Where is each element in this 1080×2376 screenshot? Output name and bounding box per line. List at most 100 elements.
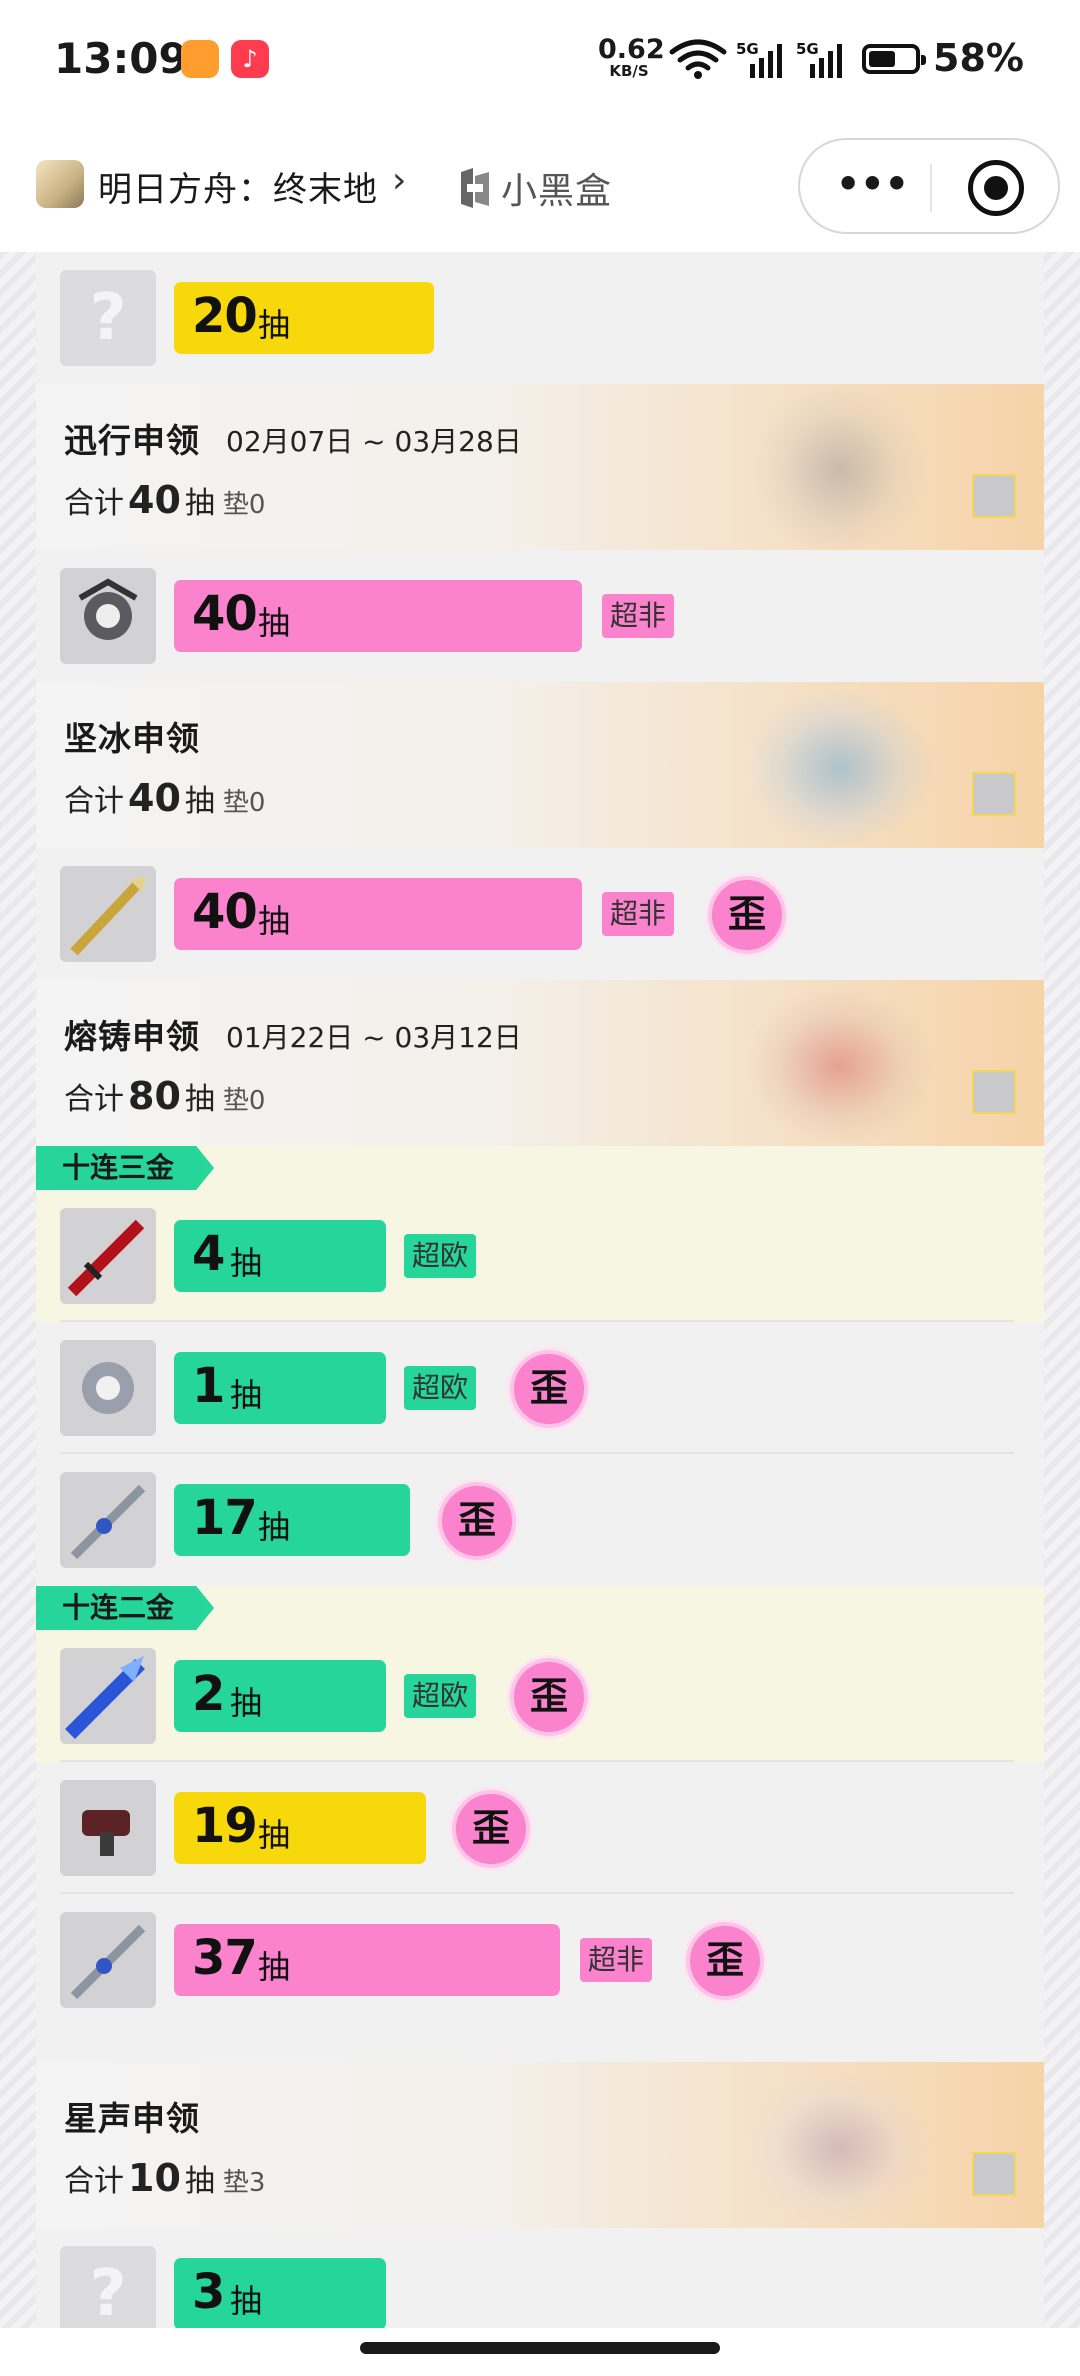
battery-fill (869, 51, 895, 67)
banner-date: 02月07日 ~ 03月28日 (226, 425, 522, 458)
pull-unit: 抽 (258, 1816, 291, 1854)
luck-badge: 超欧 (404, 1674, 477, 1718)
network-speed-unit: KB/S (609, 62, 649, 80)
pull-unit: 抽 (230, 1244, 263, 1282)
silver-emblem-icon (60, 1340, 156, 1436)
off-rate-badge: 歪 (452, 1790, 530, 1868)
banner-total: 合计 40 抽垫0 (64, 478, 266, 522)
pull-row[interactable]: 19 抽 歪 (36, 1762, 1044, 1894)
pull-row[interactable]: 4抽 超欧 (36, 1190, 1044, 1322)
pull-count-bar: 2抽 (174, 1660, 386, 1732)
mini-program-title-bar: 明日方舟：终末地 › 小黑盒 ••• (0, 118, 1080, 252)
off-rate-badge: 歪 (686, 1922, 764, 2000)
pull-count-bar: 19 抽 (174, 1792, 426, 1864)
chevron-right-icon[interactable]: › (392, 160, 406, 201)
off-rate-badge: 歪 (510, 1350, 588, 1428)
pull-count-bar: 3抽 (174, 2258, 386, 2328)
pull-count-bar: 37 抽 (174, 1924, 560, 1996)
blue-greatsword-icon (60, 1648, 156, 1744)
banner-title: 迅行申领 (64, 421, 200, 460)
brand-name: 小黑盒 (501, 171, 613, 212)
pull-count: 40 (192, 884, 258, 940)
luck-badge: 超非 (580, 1938, 653, 1982)
banner-date: 01月22日 ~ 03月12日 (226, 1021, 522, 1054)
banner-card[interactable]: 熔铸申领 01月22日 ~ 03月12日 合计 80 抽垫0 (36, 980, 1044, 1146)
banner-weapon-icon (972, 772, 1016, 816)
banner-title: 星声申领 (64, 2099, 200, 2138)
app-avatar[interactable] (36, 160, 84, 208)
banner-card[interactable]: 星声申领 合计 10 抽垫3 (36, 2062, 1044, 2228)
luck-badge: 超非 (602, 892, 675, 936)
pull-row[interactable]: 2抽 超欧 歪 (36, 1630, 1044, 1762)
pull-row[interactable]: ? 20 抽 (36, 252, 1044, 384)
pull-unit: 抽 (258, 306, 291, 344)
banner-art (744, 986, 934, 1146)
crown-gear-icon (60, 568, 156, 664)
pull-unit: 抽 (258, 902, 291, 940)
close-miniprogram-icon[interactable] (968, 160, 1024, 216)
pull-unit: 抽 (258, 604, 291, 642)
app-name[interactable]: 明日方舟：终末地 (98, 162, 378, 211)
home-indicator[interactable] (360, 2342, 720, 2354)
pull-unit: 抽 (258, 1508, 291, 1546)
group-tag: 十连三金 (36, 1146, 215, 1190)
pull-count-bar: 40 抽 (174, 878, 582, 950)
status-time: 13:09 (54, 34, 188, 83)
battery-percent: 58% (933, 36, 1024, 80)
pull-count-bar: 17 抽 (174, 1484, 410, 1556)
pull-count-bar: 20 抽 (174, 282, 434, 354)
pull-count: 2 (192, 1666, 225, 1722)
golden-lance-icon (60, 866, 156, 962)
banner-card[interactable]: 迅行申领 02月07日 ~ 03月28日 合计 40 抽垫0 (36, 384, 1044, 550)
pull-count: 20 (192, 288, 258, 344)
notification-app-icon (181, 40, 219, 78)
music-app-icon: ♪ (231, 40, 269, 78)
unknown-weapon-icon: ? (60, 270, 156, 366)
gacha-record-list: ? 20 抽 迅行申领 02月07日 ~ 03月28日 合计 40 抽垫0 40 抽 超… (36, 252, 1044, 2328)
pull-row[interactable]: 37 抽 超非 歪 (36, 1894, 1044, 2026)
signal1-label: 5G (736, 40, 759, 58)
brand: 小黑盒 (455, 162, 612, 214)
pull-row[interactable]: 17 抽 歪 (36, 1454, 1044, 1586)
pull-count-bar: 1抽 (174, 1352, 386, 1424)
banner-title: 熔铸申领 (64, 1017, 200, 1056)
pull-count-bar: 4抽 (174, 1220, 386, 1292)
pull-count: 4 (192, 1226, 225, 1282)
banner-weapon-icon (972, 2152, 1016, 2196)
banner-card[interactable]: 坚冰申领 合计 40 抽垫0 (36, 682, 1044, 848)
pull-row[interactable]: 40 抽 超非 (36, 550, 1044, 682)
pull-row[interactable]: 40 抽 超非 歪 (36, 848, 1044, 980)
blue-blade-icon (60, 1912, 156, 2008)
banner-total: 合计 40 抽垫0 (64, 776, 266, 820)
banner-art (744, 2068, 934, 2228)
cell-signal-icon-1: 5G (736, 40, 782, 78)
signal-icons: 5G 5G (669, 39, 842, 79)
pull-row[interactable]: 1抽 超欧 歪 (36, 1322, 1044, 1454)
banner-total: 合计 10 抽垫3 (64, 2156, 266, 2200)
pull-unit: 抽 (258, 1948, 291, 1986)
luck-badge: 超非 (602, 594, 675, 638)
battery-icon (862, 44, 926, 74)
blue-blade-icon (60, 1472, 156, 1568)
banner-total: 合计 80 抽垫0 (64, 1074, 266, 1118)
pull-unit: 抽 (230, 2282, 263, 2320)
banner-title: 坚冰申领 (64, 719, 200, 758)
group-tag: 十连二金 (36, 1586, 215, 1630)
off-rate-badge: 歪 (708, 876, 786, 954)
off-rate-badge: 歪 (510, 1658, 588, 1736)
luck-badge: 超欧 (404, 1234, 477, 1278)
banner-weapon-icon (972, 474, 1016, 518)
status-bar: 13:09 ♪ 0.62 KB/S 5G 5G 58% (0, 0, 1080, 118)
more-menu-icon[interactable]: ••• (836, 162, 909, 210)
off-rate-badge: 歪 (438, 1482, 516, 1560)
network-speed-value: 0.62 (598, 34, 665, 65)
luck-badge: 超欧 (404, 1366, 477, 1410)
pull-count: 40 (192, 586, 258, 642)
unknown-weapon-icon: ? (60, 2246, 156, 2328)
pull-count: 3 (192, 2264, 225, 2320)
pull-unit: 抽 (230, 1376, 263, 1414)
pull-row[interactable]: ? 3抽 (36, 2228, 1044, 2328)
banner-art (744, 390, 934, 550)
red-cannon-icon (60, 1780, 156, 1876)
pull-count: 17 (192, 1490, 258, 1546)
